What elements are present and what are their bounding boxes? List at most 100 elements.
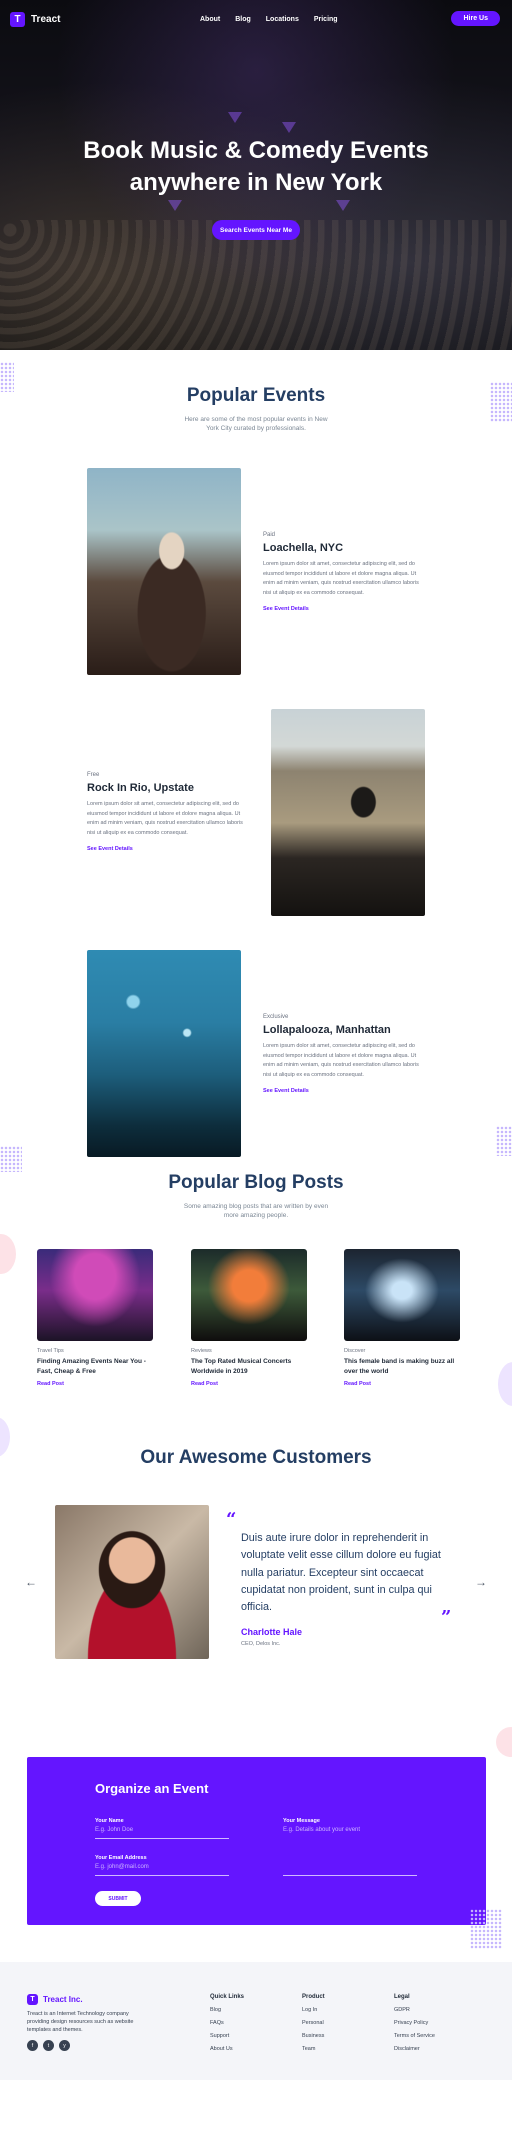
footer-col-title: Quick Links — [210, 1994, 245, 2000]
footer-link[interactable]: Team — [302, 2046, 325, 2052]
footer-link[interactable]: Support — [210, 2033, 244, 2039]
read-post-link[interactable]: Read Post — [344, 1381, 460, 1387]
blog-post-card[interactable]: Travel Tips Finding Amazing Events Near … — [37, 1249, 153, 1387]
footer-link[interactable]: Personal — [302, 2020, 325, 2026]
blog-post-image — [37, 1249, 153, 1341]
footer-col-quick-links: Quick Links Blog FAQs Support About Us — [210, 1994, 244, 2052]
quote-close-icon: ” — [441, 1607, 452, 1628]
nav-link-locations[interactable]: Locations — [266, 16, 299, 23]
blog-post-title: This female band is making buzz all over… — [344, 1358, 455, 1375]
hire-us-button[interactable]: Hire Us — [451, 11, 500, 26]
footer-brand-name: Treact Inc. — [43, 1995, 83, 2004]
popular-events-section: Popular Events Here are some of the most… — [0, 350, 512, 1172]
event-card-rock-in-rio: Free Rock In Rio, Upstate Lorem ipsum do… — [87, 772, 247, 852]
name-label: Your Name — [95, 1818, 124, 1824]
testimonial-quote: Duis aute irure dolor in reprehenderit i… — [241, 1532, 441, 1614]
message-label: Your Message — [283, 1818, 320, 1824]
youtube-icon[interactable]: y — [59, 2040, 70, 2051]
event-badge: Paid — [263, 532, 276, 538]
dots-decoration — [496, 1126, 512, 1156]
event-details-link[interactable]: See Event Details — [87, 846, 247, 852]
testimonials-title: Our Awesome Customers — [140, 1447, 372, 1468]
footer-link[interactable]: Privacy Policy — [394, 2020, 435, 2026]
nav-link-blog[interactable]: Blog — [235, 16, 251, 23]
next-arrow-icon[interactable]: → — [475, 1575, 487, 1589]
email-label: Your Email Address — [95, 1855, 147, 1861]
footer-col-legal: Legal GDPR Privacy Policy Terms of Servi… — [394, 1994, 435, 2052]
top-nav: T Treact About Blog Locations Pricing Hi… — [0, 0, 512, 38]
event-description: Lorem ipsum dolor sit amet, consectetur … — [263, 561, 419, 596]
customer-photo — [55, 1505, 209, 1659]
blog-post-image — [191, 1249, 307, 1341]
search-events-button[interactable]: Search Events Near Me — [212, 220, 300, 240]
hero-section: T Treact About Blog Locations Pricing Hi… — [0, 0, 512, 350]
blog-post-category: Discover — [344, 1348, 366, 1354]
event-image-loachella — [87, 468, 241, 675]
nav-link-about[interactable]: About — [200, 16, 220, 23]
brand-logo[interactable]: T Treact — [10, 11, 60, 27]
footer-description: Treact is an Internet Technology company… — [27, 2011, 134, 2033]
organize-event-section: Organize an Event Your Name E.g. John Do… — [0, 1757, 512, 1962]
customer-name: Charlotte Hale — [241, 1627, 303, 1637]
hero-triangle-decoration — [282, 122, 296, 133]
blog-post-category: Travel Tips — [37, 1348, 64, 1354]
organize-event-card: Organize an Event Your Name E.g. John Do… — [27, 1757, 486, 1925]
email-input[interactable]: E.g. john@mail.com — [95, 1864, 229, 1876]
customer-role: CEO, Delos Inc. — [241, 1641, 281, 1647]
logo-icon: T — [10, 11, 25, 27]
footer-col-title: Legal — [394, 1994, 410, 2000]
event-details-link[interactable]: See Event Details — [263, 1088, 423, 1094]
event-title: Lollapalooza, Manhattan — [263, 1024, 391, 1036]
blog-section-description: Some amazing blog posts that are written… — [183, 1203, 329, 1219]
prev-arrow-icon[interactable]: ← — [25, 1575, 37, 1589]
blog-post-image — [344, 1249, 460, 1341]
message-input[interactable]: E.g. Details about your event — [283, 1827, 417, 1876]
event-image-rock-in-rio — [271, 709, 425, 916]
dots-decoration — [0, 1146, 22, 1172]
email-field[interactable]: Your Email Address E.g. john@mail.com — [95, 1855, 229, 1876]
blog-section: Popular Blog Posts Some amazing blog pos… — [0, 1172, 512, 1447]
dots-decoration — [470, 1909, 502, 1949]
event-card-lollapalooza: Exclusive Lollapalooza, Manhattan Lorem … — [263, 1014, 423, 1094]
circle-decoration — [0, 1234, 16, 1274]
blog-post-card[interactable]: Reviews The Top Rated Musical Concerts W… — [191, 1249, 307, 1387]
footer-logo[interactable]: T Treact Inc. — [27, 1994, 83, 2005]
nav-link-pricing[interactable]: Pricing — [314, 16, 338, 23]
read-post-link[interactable]: Read Post — [37, 1381, 153, 1387]
blog-post-title: The Top Rated Musical Concerts Worldwide… — [191, 1358, 292, 1375]
footer-link[interactable]: GDPR — [394, 2007, 435, 2013]
facebook-icon[interactable]: f — [27, 2040, 38, 2051]
event-title: Loachella, NYC — [263, 542, 344, 554]
blog-section-title: Popular Blog Posts — [168, 1172, 344, 1193]
footer-link[interactable]: Business — [302, 2033, 325, 2039]
event-description: Lorem ipsum dolor sit amet, consectetur … — [87, 801, 243, 836]
event-title: Rock In Rio, Upstate — [87, 782, 194, 794]
message-field[interactable]: Your Message E.g. Details about your eve… — [283, 1818, 417, 1876]
event-card-loachella: Paid Loachella, NYC Lorem ipsum dolor si… — [263, 532, 423, 612]
popular-events-description: Here are some of the most popular events… — [184, 416, 328, 432]
footer-link[interactable]: Blog — [210, 2007, 244, 2013]
circle-decoration — [496, 1727, 512, 1757]
footer-link[interactable]: Log In — [302, 2007, 325, 2013]
footer-link[interactable]: Disclaimer — [394, 2046, 435, 2052]
blog-post-title: Finding Amazing Events Near You - Fast, … — [37, 1358, 146, 1375]
logo-icon: T — [27, 1994, 38, 2005]
testimonials-section: Our Awesome Customers ← → “ Duis aute ir… — [0, 1417, 512, 1757]
twitter-icon[interactable]: t — [43, 2040, 54, 2051]
name-input[interactable]: E.g. John Doe — [95, 1827, 229, 1839]
event-details-link[interactable]: See Event Details — [263, 606, 423, 612]
name-field[interactable]: Your Name E.g. John Doe — [95, 1818, 229, 1839]
blog-post-card[interactable]: Discover This female band is making buzz… — [344, 1249, 460, 1387]
blog-post-category: Reviews — [191, 1348, 212, 1354]
organize-title: Organize an Event — [95, 1781, 209, 1796]
hero-triangle-decoration — [168, 200, 182, 211]
submit-button[interactable]: SUBMIT — [95, 1891, 141, 1906]
event-badge: Exclusive — [263, 1014, 289, 1020]
footer-col-title: Product — [302, 1994, 325, 2000]
event-badge: Free — [87, 772, 100, 778]
footer-link[interactable]: FAQs — [210, 2020, 244, 2026]
read-post-link[interactable]: Read Post — [191, 1381, 307, 1387]
footer-link[interactable]: About Us — [210, 2046, 244, 2052]
footer-link[interactable]: Terms of Service — [394, 2033, 435, 2039]
event-description: Lorem ipsum dolor sit amet, consectetur … — [263, 1043, 419, 1078]
